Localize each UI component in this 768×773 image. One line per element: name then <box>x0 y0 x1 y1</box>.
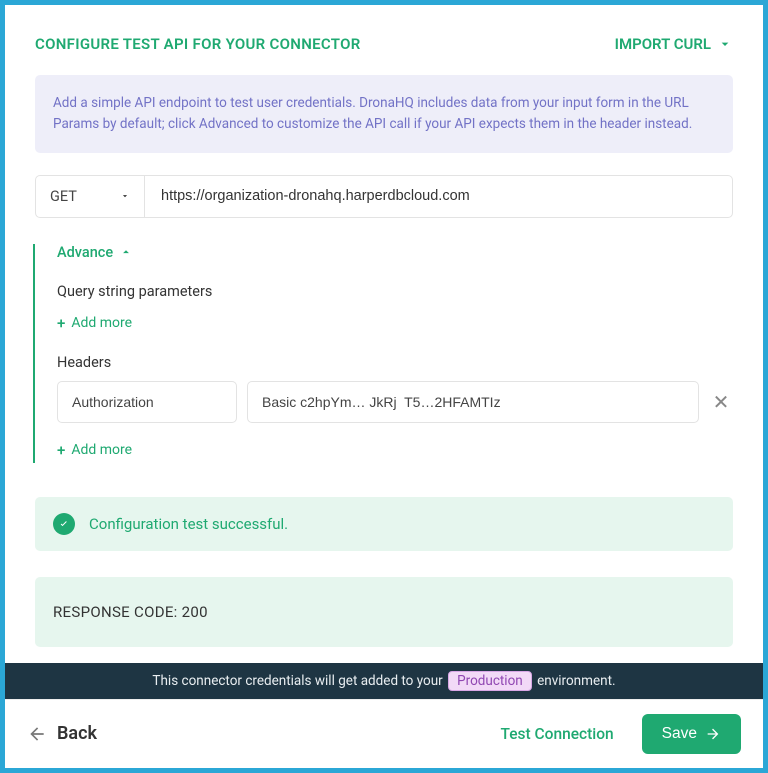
query-params-label: Query string parameters <box>57 283 733 300</box>
add-query-param-button[interactable]: + Add more <box>57 310 733 336</box>
save-button[interactable]: Save <box>642 714 741 754</box>
check-circle-icon <box>53 513 75 535</box>
env-suffix: environment. <box>537 673 615 689</box>
header-row: ✕ <box>57 381 733 423</box>
back-label: Back <box>57 723 97 744</box>
arrow-right-icon <box>705 726 721 742</box>
env-prefix: This connector credentials will get adde… <box>152 673 442 689</box>
remove-header-button[interactable]: ✕ <box>709 390 733 414</box>
advance-toggle[interactable]: Advance <box>57 244 733 261</box>
advance-label: Advance <box>57 244 113 261</box>
plus-icon: + <box>57 441 65 459</box>
success-message: Configuration test successful. <box>89 515 288 533</box>
success-banner: Configuration test successful. <box>35 497 733 551</box>
endpoint-url-input[interactable] <box>145 175 733 218</box>
chevron-down-icon <box>120 191 130 201</box>
back-button[interactable]: Back <box>27 723 97 744</box>
plus-icon: + <box>57 314 65 332</box>
environment-tag: Production <box>448 671 532 691</box>
import-curl-label: IMPORT CURL <box>615 35 711 53</box>
environment-bar: This connector credentials will get adde… <box>5 663 763 699</box>
page-title: CONFIGURE TEST API FOR YOUR CONNECTOR <box>35 35 361 53</box>
http-method-select[interactable]: GET <box>35 175 145 218</box>
header-value-input[interactable] <box>247 381 699 423</box>
add-more-label: Add more <box>71 315 132 331</box>
test-connection-button[interactable]: Test Connection <box>501 725 614 743</box>
chevron-down-icon <box>717 36 733 52</box>
http-method-value: GET <box>50 188 77 205</box>
chevron-up-icon <box>119 245 133 259</box>
save-label: Save <box>662 725 697 743</box>
header-key-input[interactable] <box>57 381 237 423</box>
close-icon: ✕ <box>713 390 730 414</box>
add-more-label: Add more <box>71 442 132 458</box>
response-code-box: RESPONSE CODE: 200 <box>35 577 733 647</box>
info-banner: Add a simple API endpoint to test user c… <box>35 75 733 153</box>
import-curl-button[interactable]: IMPORT CURL <box>615 35 733 53</box>
arrow-left-icon <box>27 724 47 744</box>
add-header-button[interactable]: + Add more <box>57 437 733 463</box>
headers-label: Headers <box>57 354 733 371</box>
